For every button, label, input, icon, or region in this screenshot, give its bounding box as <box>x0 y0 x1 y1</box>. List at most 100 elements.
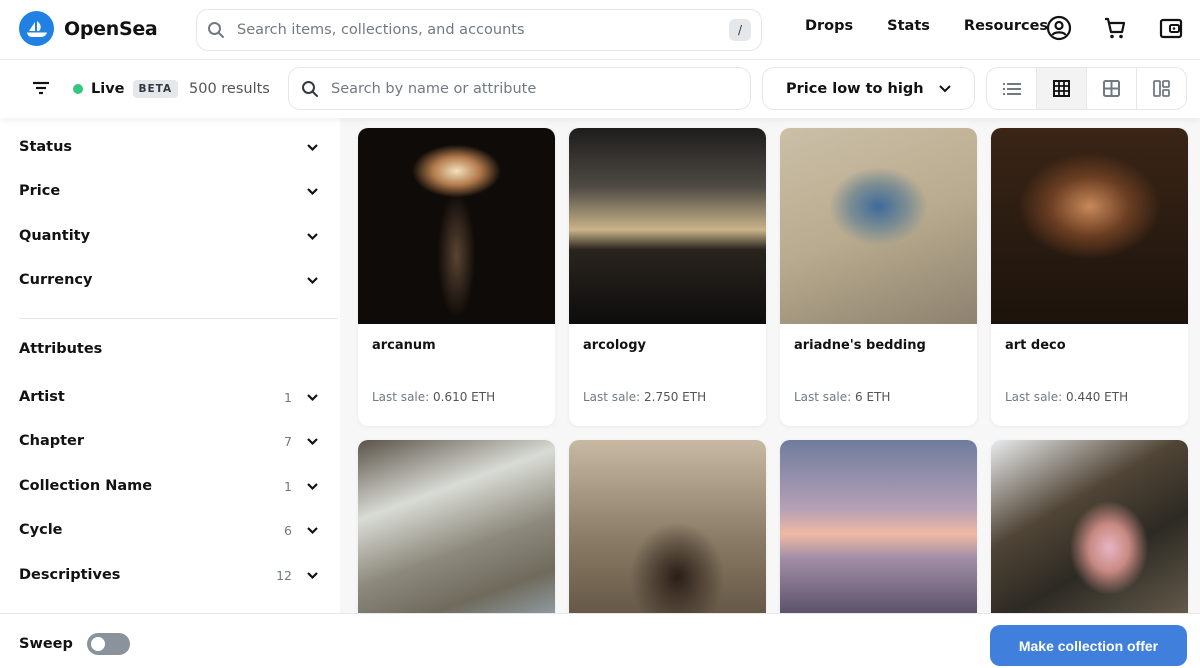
item-name: arcanum <box>372 338 436 353</box>
item-card[interactable]: arcanum Last sale: 0.610 ETH <box>358 128 555 426</box>
large-grid-icon <box>1103 80 1120 97</box>
item-image <box>780 128 977 324</box>
last-sale-label: Last sale: <box>372 390 430 404</box>
filter-sidebar: Status Price Quantity Currency Attribute… <box>0 118 340 613</box>
item-search-input[interactable]: Search by name or attribute <box>288 67 751 110</box>
item-image <box>991 128 1188 324</box>
attribute-label: Descriptives <box>19 567 121 583</box>
item-card[interactable] <box>991 440 1188 613</box>
item-image <box>358 128 555 324</box>
item-search-placeholder: Search by name or attribute <box>331 80 537 97</box>
mixed-view-button[interactable] <box>1137 68 1186 109</box>
item-card[interactable]: ariadne's bedding Last sale: 6 ETH <box>780 128 977 426</box>
main-nav: Drops Stats Resources <box>805 18 1048 34</box>
sidebar-divider <box>19 318 338 319</box>
attribute-label: Artist <box>19 389 65 405</box>
last-sale-value: 6 ETH <box>855 390 891 404</box>
item-name: arcology <box>583 338 646 353</box>
list-icon <box>1002 82 1021 95</box>
search-icon <box>302 80 318 97</box>
global-search-input[interactable]: Search items, collections, and accounts … <box>196 9 762 51</box>
large-grid-view-button[interactable] <box>1087 68 1137 109</box>
opensea-ship-icon <box>19 11 54 46</box>
nav-stats[interactable]: Stats <box>887 18 930 34</box>
attribute-count: 12 <box>276 567 292 583</box>
sweep-control: Sweep <box>19 633 130 655</box>
top-navigation: OpenSea Search items, collections, and a… <box>0 0 1200 60</box>
filter-currency[interactable]: Currency <box>19 267 319 293</box>
chevron-down-icon <box>307 143 318 151</box>
attribute-label: Chapter <box>19 433 85 449</box>
filter-status[interactable]: Status <box>19 134 319 160</box>
sort-dropdown[interactable]: Price low to high <box>762 67 975 110</box>
last-sale-value: 2.750 ETH <box>644 390 707 404</box>
chevron-down-icon <box>307 571 318 579</box>
item-image <box>569 128 766 324</box>
item-image <box>569 440 766 613</box>
attribute-chapter[interactable]: Chapter 7 <box>19 428 319 454</box>
collection-toolbar: Live BETA 500 results Search by name or … <box>0 60 1200 118</box>
last-sale-value: 0.440 ETH <box>1066 390 1129 404</box>
item-card[interactable] <box>569 440 766 613</box>
item-card[interactable] <box>358 440 555 613</box>
item-image <box>991 440 1188 613</box>
attribute-count: 1 <box>284 389 292 405</box>
mixed-layout-icon <box>1153 80 1170 97</box>
sweep-label: Sweep <box>19 636 73 652</box>
item-image <box>358 440 555 613</box>
nav-drops[interactable]: Drops <box>805 18 853 34</box>
view-mode-toggle <box>986 67 1187 110</box>
beta-badge: BETA <box>132 80 179 98</box>
nav-resources[interactable]: Resources <box>964 18 1048 34</box>
header-actions <box>1046 15 1184 41</box>
attribute-count: 6 <box>284 522 292 538</box>
item-name: art deco <box>1005 338 1066 353</box>
brand-name: OpenSea <box>64 17 158 40</box>
list-view-button[interactable] <box>987 68 1037 109</box>
item-card[interactable]: arcology Last sale: 2.750 ETH <box>569 128 766 426</box>
filter-price[interactable]: Price <box>19 178 319 204</box>
small-grid-icon <box>1053 80 1070 97</box>
search-icon <box>208 22 224 38</box>
item-grid: arcanum Last sale: 0.610 ETH arcology La… <box>340 118 1200 613</box>
small-grid-view-button[interactable] <box>1037 68 1087 109</box>
last-sale-label: Last sale: <box>1005 390 1063 404</box>
live-dot-icon <box>73 84 83 94</box>
filter-label: Currency <box>19 272 93 288</box>
filter-label: Status <box>19 139 73 155</box>
sweep-toggle[interactable] <box>86 633 130 655</box>
item-image <box>780 440 977 613</box>
filter-toggle-icon[interactable] <box>31 79 51 101</box>
bottom-action-bar: Sweep Make collection offer <box>0 613 1200 668</box>
attribute-count: 7 <box>284 433 292 449</box>
chevron-down-icon <box>307 482 318 490</box>
attribute-artist[interactable]: Artist 1 <box>19 384 319 410</box>
attribute-label: Collection Name <box>19 478 153 494</box>
attribute-descriptives[interactable]: Descriptives 12 <box>19 562 319 588</box>
chevron-down-icon <box>939 84 951 92</box>
last-sale-label: Last sale: <box>794 390 852 404</box>
opensea-logo[interactable]: OpenSea <box>19 11 158 46</box>
sort-selected-value: Price low to high <box>786 80 924 97</box>
item-card[interactable]: art deco Last sale: 0.440 ETH <box>991 128 1188 426</box>
chevron-down-icon <box>307 187 318 195</box>
global-search-placeholder: Search items, collections, and accounts <box>237 22 525 38</box>
live-indicator: Live BETA <box>73 80 179 98</box>
chevron-down-icon <box>307 437 318 445</box>
chevron-down-icon <box>307 393 318 401</box>
make-collection-offer-button[interactable]: Make collection offer <box>990 625 1187 666</box>
cart-icon[interactable] <box>1102 15 1128 41</box>
last-sale-label: Last sale: <box>583 390 641 404</box>
attributes-heading: Attributes <box>19 341 103 357</box>
account-icon[interactable] <box>1046 15 1072 41</box>
item-card[interactable] <box>780 440 977 613</box>
live-label: Live <box>91 81 125 97</box>
attribute-label: Cycle <box>19 522 63 538</box>
attribute-collection-name[interactable]: Collection Name 1 <box>19 473 319 499</box>
filter-label: Quantity <box>19 228 91 244</box>
wallet-icon[interactable] <box>1158 15 1184 41</box>
chevron-down-icon <box>307 276 318 284</box>
item-name: ariadne's bedding <box>794 338 926 353</box>
filter-quantity[interactable]: Quantity <box>19 223 319 249</box>
attribute-cycle[interactable]: Cycle 6 <box>19 517 319 543</box>
